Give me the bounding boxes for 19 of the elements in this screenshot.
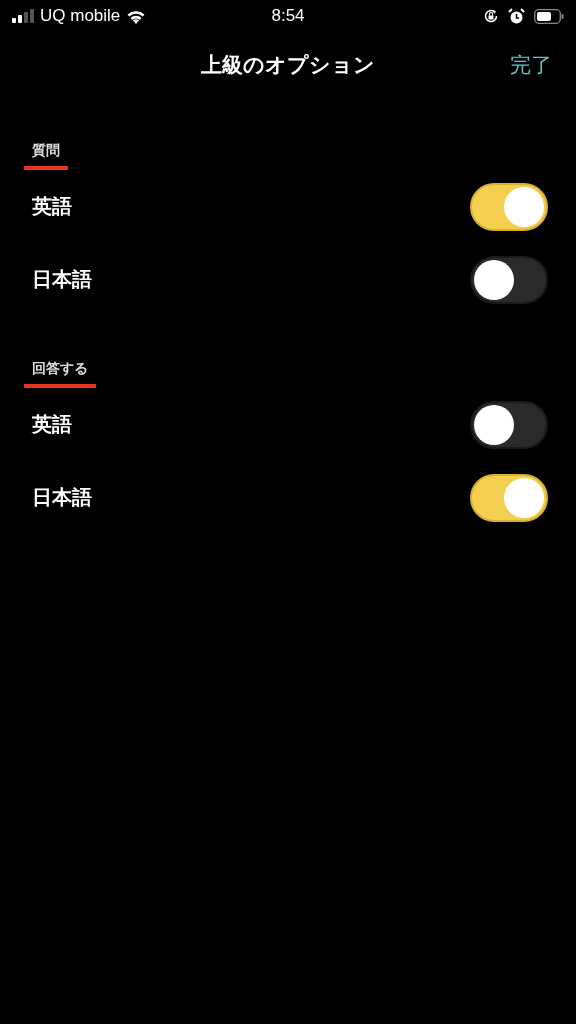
language-label: 日本語 — [32, 484, 92, 511]
done-button[interactable]: 完了 — [510, 51, 552, 79]
toggle-switch[interactable] — [470, 473, 548, 522]
language-label: 英語 — [32, 411, 72, 438]
signal-icon — [12, 9, 34, 23]
toggle-switch[interactable] — [470, 255, 548, 304]
alarm-icon — [508, 7, 525, 25]
toggle-switch[interactable] — [470, 400, 548, 449]
toggle-switch[interactable] — [470, 182, 548, 231]
wifi-icon — [126, 8, 147, 24]
language-label: 日本語 — [32, 266, 92, 293]
section-header: 質問 — [24, 140, 68, 170]
rotation-lock-icon — [483, 8, 499, 24]
carrier-name: UQ mobile — [40, 6, 121, 26]
battery-icon — [534, 8, 564, 24]
clock-time: 8:54 — [271, 6, 305, 25]
section-header: 回答する — [24, 358, 96, 388]
language-label: 英語 — [32, 193, 72, 220]
screen-title: 上級のオプション — [201, 52, 375, 79]
